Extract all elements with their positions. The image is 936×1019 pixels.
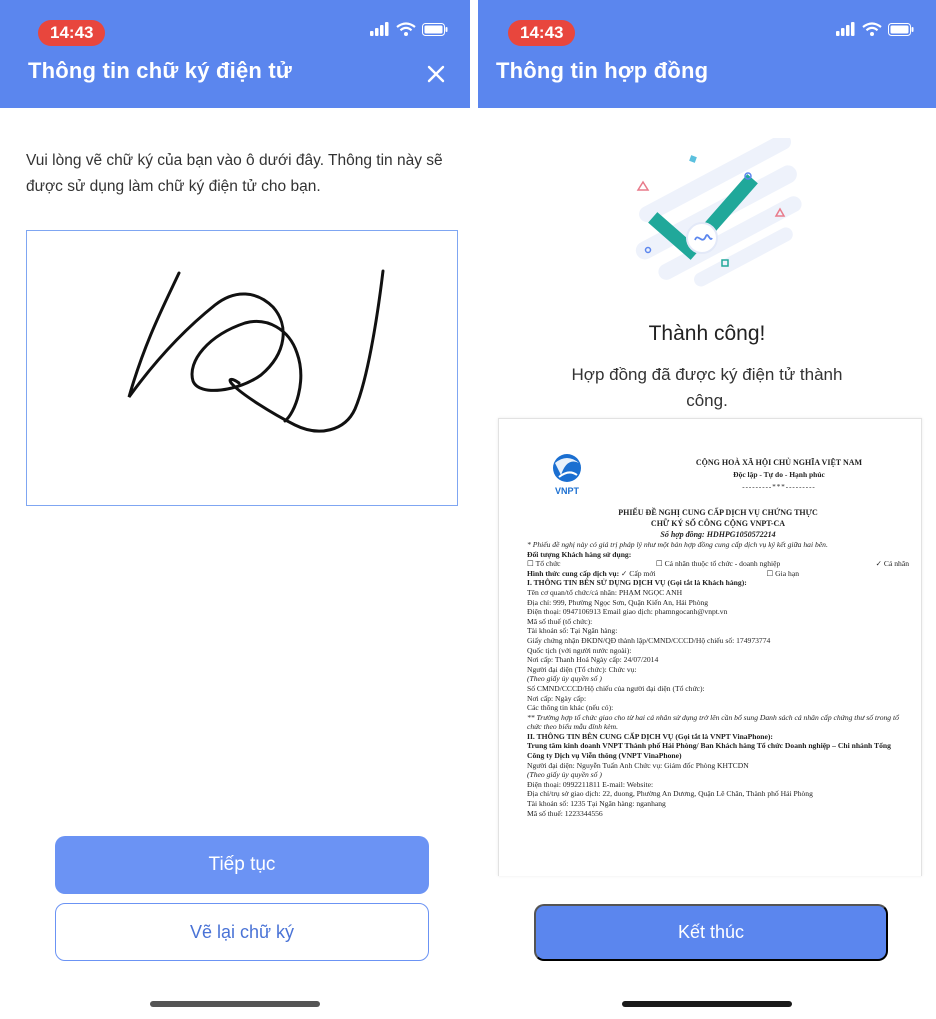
doc-option-individual: ✓ Cá nhân — [875, 559, 909, 569]
close-icon[interactable] — [424, 62, 448, 86]
doc-representative: Người đại diện: Nguyễn Tuấn Anh Chức vụ:… — [527, 760, 749, 770]
doc-fade — [499, 858, 921, 876]
header: 14:43 Thông tin hợp đồng — [478, 0, 936, 108]
doc-line: Người đại diện (Tổ chức): Chức vụ: — [527, 664, 637, 674]
vnpt-logo-text: VNPT — [555, 486, 580, 496]
doc-nation: CỘNG HOÀ XÃ HỘI CHỦ NGHĨA VIỆT NAM — [695, 458, 863, 467]
doc-contract-number: Số hợp đồng: HDHPG1050572214 — [660, 530, 776, 539]
doc-line: Địa chỉ/trụ sở giao dịch: 22, duong, Phư… — [527, 789, 813, 799]
doc-option-org: ☐ Tổ chức — [527, 559, 561, 569]
signature-screen: 14:43 Thông tin chữ ký điện tử Vui lòng … — [0, 0, 470, 1019]
doc-line: Nơi cấp: Ngày cấp: — [527, 693, 587, 703]
status-time: 14:43 — [38, 20, 106, 46]
status-icons — [836, 22, 914, 36]
instruction-text: Vui lòng vẽ chữ ký của bạn vào ô dưới đâ… — [26, 152, 443, 195]
doc-provider: Trung tâm kinh doanh VNPT Thành phố Hải … — [527, 741, 891, 761]
doc-motto: Độc lập - Tự do - Hạnh phúc — [733, 470, 825, 479]
signature-pad[interactable] — [26, 230, 458, 506]
wifi-icon — [862, 22, 882, 36]
doc-line: Quốc tịch (với người nước ngoài): — [527, 645, 632, 655]
signature-drawing — [127, 269, 385, 433]
header: 14:43 Thông tin chữ ký điện tử — [0, 0, 470, 108]
doc-body: PHIẾU ĐỀ NGHỊ CUNG CẤP DỊCH VỤ CHỨNG THỰ… — [527, 507, 909, 818]
battery-icon — [422, 22, 448, 36]
redraw-signature-button[interactable]: Vẽ lại chữ ký — [55, 903, 429, 961]
doc-line: Địa chỉ: 999, Phường Ngọc Sơn, Quận Kiến… — [527, 597, 709, 607]
doc-customer-type-label: Đối tượng Khách hàng sử dụng: — [527, 549, 632, 559]
home-indicator[interactable] — [150, 1001, 320, 1007]
battery-icon — [888, 22, 914, 36]
doc-line: Tài khoản số: 1235 Tại Ngân hàng: nganha… — [527, 799, 666, 809]
doc-form-title-1: PHIẾU ĐỀ NGHỊ CUNG CẤP DỊCH VỤ CHỨNG THỰ… — [618, 508, 818, 517]
status-time: 14:43 — [508, 20, 576, 46]
doc-option-new: ✓ Cấp mới — [621, 568, 656, 578]
doc-line: Tài khoản số: Tại Ngân hàng: — [527, 626, 618, 636]
doc-section-1: I. THÔNG TIN BÊN SỬ DỤNG DỊCH VỤ (Gọi tắ… — [527, 578, 747, 588]
doc-dash: ---------***--------- — [742, 483, 816, 491]
doc-line: Số CMND/CCCD/Hộ chiếu của người đại diện… — [527, 683, 705, 693]
success-message: Hợp đồng đã được ký điện tử thành công. — [571, 365, 843, 410]
signal-icon — [836, 22, 855, 36]
doc-line: Mã số thuế: 1223344556 — [527, 808, 603, 818]
doc-line: Mã số thuế (tổ chức): — [527, 616, 593, 626]
success-title: Thành công! — [648, 322, 766, 345]
doc-line: Điện thoại: 0992211811 E-mail: Website: — [527, 779, 654, 789]
doc-option-individual-org: ☐ Cá nhân thuộc tổ chức - doanh nghiệp — [655, 559, 781, 569]
doc-note-2: ** Trường hợp tổ chức giao cho từ hai cá… — [527, 712, 899, 732]
page-title: Thông tin hợp đồng — [496, 58, 709, 83]
doc-line: Các thông tin khác (nếu có): — [527, 703, 614, 713]
page-title: Thông tin chữ ký điện tử — [28, 58, 292, 83]
doc-nation-header: CỘNG HOÀ XÃ HỘI CHỦ NGHĨA VIỆT NAM Độc l… — [659, 457, 899, 493]
doc-line: Tên cơ quan/tổ chức/cá nhân: PHẠM NGỌC A… — [527, 587, 683, 597]
doc-form-title-2: CHỮ KÝ SỐ CÔNG CỘNG VNPT-CA — [650, 519, 786, 528]
doc-auth-note: (Theo giấy ủy quyền số ) — [527, 770, 602, 780]
continue-button[interactable]: Tiếp tục — [55, 836, 429, 894]
vnpt-logo: VNPT — [553, 454, 581, 496]
doc-line: Nơi cấp: Thanh Hoá Ngày cấp: 24/07/2014 — [527, 655, 659, 665]
success-illustration-icon — [635, 138, 802, 287]
signal-icon — [370, 22, 389, 36]
doc-note: * Phiếu đề nghị này có giá trị pháp lý n… — [527, 540, 828, 549]
contract-document-preview[interactable]: VNPT CỘNG HOÀ XÃ HỘI CHỦ NGHĨA VIỆT NAM … — [498, 418, 922, 876]
doc-line: Giấy chứng nhận ĐKDN/QĐ thành lập/CMND/C… — [527, 635, 771, 645]
doc-service-form-label: Hình thức cung cấp dịch vụ: — [527, 568, 620, 578]
finish-button[interactable]: Kết thúc — [534, 904, 888, 961]
contract-screen: 14:43 Thông tin hợp đồng Thành công! Hợp… — [478, 0, 936, 1019]
doc-section-2: II. THÔNG TIN BÊN CUNG CẤP DỊCH VỤ (Gọi … — [527, 731, 773, 741]
doc-option-renew: ☐ Gia hạn — [766, 568, 799, 578]
doc-service-form: Hình thức cung cấp dịch vụ: ✓ Cấp mới ☐ … — [527, 569, 909, 579]
doc-auth-note: (Theo giấy ủy quyền số ) — [527, 674, 602, 684]
home-indicator[interactable] — [622, 1001, 792, 1007]
wifi-icon — [396, 22, 416, 36]
screen-divider — [470, 0, 478, 1019]
doc-line: Điện thoại: 0947106913 Email giao dịch: … — [527, 607, 728, 617]
doc-customer-type-options: ☐ Tổ chức ☐ Cá nhân thuộc tổ chức - doan… — [527, 559, 909, 569]
status-icons — [370, 22, 448, 36]
